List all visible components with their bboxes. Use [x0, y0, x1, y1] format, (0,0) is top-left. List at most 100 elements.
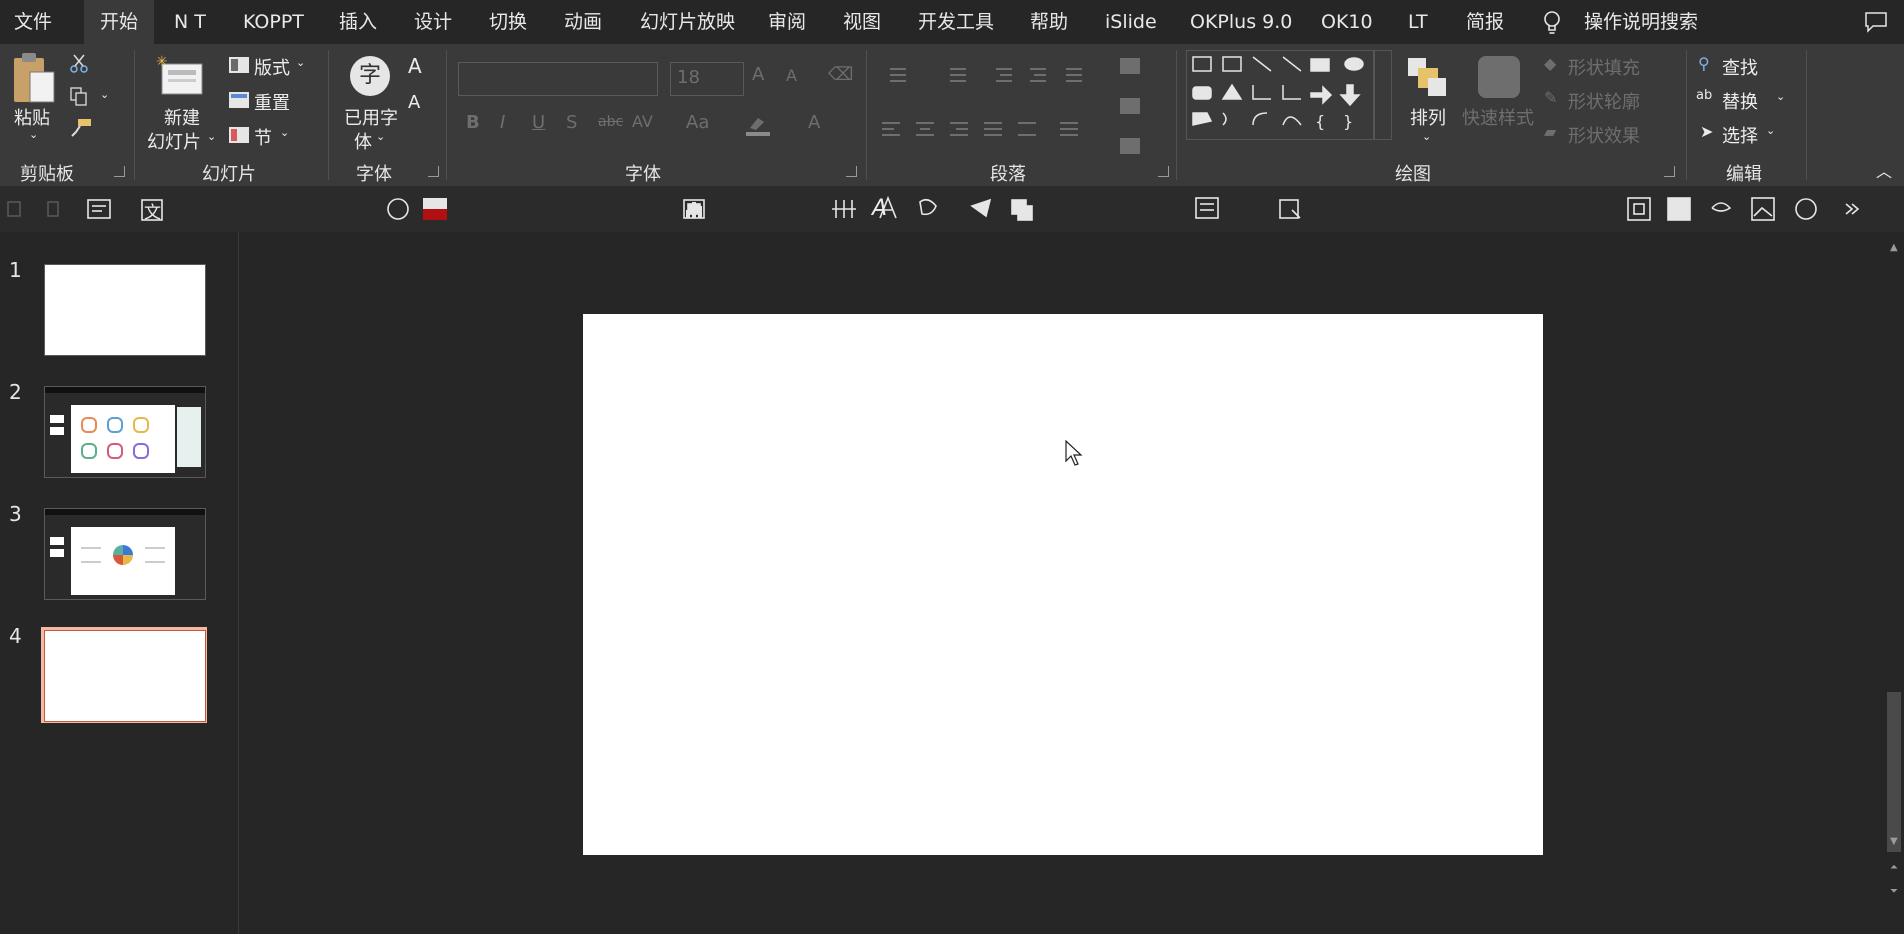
shape-effects-icon[interactable]: ▰ [1544, 122, 1556, 141]
list-controls-icon[interactable] [880, 66, 1110, 86]
tab-view[interactable]: 视图 [843, 0, 881, 44]
new-slide-label-2[interactable]: 幻灯片 [147, 128, 201, 154]
arrange-icon[interactable] [1404, 54, 1450, 100]
tab-nt[interactable]: N T [174, 0, 206, 44]
select-button[interactable]: 选择 [1722, 122, 1758, 148]
arrange-button[interactable]: 排列 [1410, 104, 1446, 130]
replace-icon[interactable]: ab [1696, 88, 1712, 103]
layout-button[interactable]: 版式 [254, 54, 290, 80]
slide-thumbnail-4[interactable] [44, 630, 206, 722]
reset-button[interactable]: 重置 [254, 89, 290, 115]
section-button[interactable]: 节 [254, 124, 272, 150]
vertical-scrollbar[interactable]: ▲ ▼ ⏶ ⏷ [1884, 232, 1904, 934]
alignment-controls-icon[interactable] [880, 120, 1110, 140]
text-effect-glyph-icon[interactable]: A [872, 196, 887, 221]
quick-styles-icon[interactable] [1478, 56, 1520, 98]
font-name-combobox[interactable] [458, 62, 658, 96]
reset-icon[interactable] [228, 91, 250, 109]
underline-icon[interactable]: U [532, 112, 545, 133]
scroll-down-icon[interactable]: ▼ [1890, 836, 1898, 847]
collapse-ribbon-icon[interactable]: ︿ [1876, 158, 1892, 182]
change-case-icon[interactable]: Aa [686, 112, 709, 133]
next-slide-icon[interactable]: ⏷ [1890, 886, 1898, 897]
tab-design[interactable]: 设计 [414, 0, 452, 44]
replace-dropdown-icon[interactable]: ⌄ [1776, 90, 1785, 103]
paste-button[interactable]: 粘贴 [14, 104, 50, 130]
slide-thumbnail-2[interactable] [44, 386, 206, 478]
bold-icon[interactable]: B [466, 112, 480, 133]
tab-islide[interactable]: iSlide [1105, 0, 1157, 44]
shape-outline-icon[interactable]: ✎ [1544, 88, 1557, 107]
drawing-launcher-icon[interactable] [1664, 166, 1675, 177]
copy-icon[interactable] [70, 87, 88, 107]
paragraph-launcher-icon[interactable] [1158, 166, 1169, 177]
paste-dropdown-icon[interactable]: ⌄ [29, 128, 38, 141]
shape-fill-button[interactable]: 形状填充 [1568, 54, 1640, 80]
tab-transitions[interactable]: 切换 [489, 0, 527, 44]
tab-review[interactable]: 审阅 [768, 0, 806, 44]
find-icon[interactable]: ⚲ [1698, 54, 1710, 73]
highlight-icon[interactable] [744, 114, 772, 138]
quick-styles-button[interactable]: 快速样式 [1462, 104, 1534, 130]
cut-icon[interactable] [70, 54, 88, 74]
shrink-font-icon[interactable]: A [786, 66, 797, 85]
increase-font-icon[interactable]: A [408, 54, 422, 78]
new-slide-label-1[interactable]: 新建 [164, 104, 200, 130]
shapes-gallery[interactable]: {} [1186, 50, 1374, 140]
comments-icon[interactable] [1864, 11, 1888, 33]
tab-animations[interactable]: 动画 [564, 0, 602, 44]
character-spacing-icon[interactable]: AV [632, 112, 653, 131]
tell-me-search[interactable]: 操作说明搜索 [1584, 0, 1698, 44]
clipboard-launcher-icon[interactable] [114, 166, 125, 177]
section-dropdown-icon[interactable]: ⌄ [280, 126, 289, 139]
new-slide-icon[interactable]: ✳ [156, 54, 204, 98]
tab-briefing[interactable]: 简报 [1466, 0, 1504, 44]
font-color-icon[interactable]: A [808, 112, 820, 133]
tab-help[interactable]: 帮助 [1030, 0, 1068, 44]
strikethrough-icon[interactable]: abc [598, 114, 623, 130]
find-button[interactable]: 查找 [1722, 54, 1758, 80]
tab-insert[interactable]: 插入 [339, 0, 377, 44]
used-fonts-label-2[interactable]: 体 [354, 128, 372, 154]
italic-icon[interactable]: I [500, 112, 505, 133]
shape-fill-icon[interactable]: ◆ [1544, 54, 1556, 73]
font-size-combobox[interactable]: 18 [670, 62, 744, 96]
tab-okplus[interactable]: OKPlus 9.0 [1190, 0, 1292, 44]
shape-effects-button[interactable]: 形状效果 [1568, 122, 1640, 148]
arrange-dropdown-icon[interactable]: ⌄ [1422, 130, 1431, 143]
tab-koppt[interactable]: KOPPT [243, 0, 304, 44]
paste-icon[interactable] [10, 50, 58, 108]
tab-lt[interactable]: LT [1408, 0, 1428, 44]
shadow-icon[interactable]: S [566, 112, 577, 133]
clear-formatting-icon[interactable]: ⌫ [828, 64, 853, 85]
layout-dropdown-icon[interactable]: ⌄ [296, 56, 305, 69]
tab-ok10[interactable]: OK10 [1321, 0, 1373, 44]
copy-dropdown-icon[interactable]: ⌄ [100, 88, 109, 101]
slide-thumbnail-1[interactable] [44, 264, 206, 356]
decrease-font-icon[interactable]: A [408, 92, 420, 113]
previous-slide-icon[interactable]: ⏶ [1890, 862, 1898, 873]
text-direction-icon[interactable] [1116, 54, 1146, 164]
qat-icons[interactable] [0, 186, 1880, 232]
shapes-gallery-scroll[interactable] [1374, 50, 1392, 140]
tab-slideshow[interactable]: 幻灯片放映 [640, 0, 735, 44]
tab-file[interactable]: 文件 [14, 0, 52, 44]
tab-developer[interactable]: 开发工具 [918, 0, 994, 44]
text-box-glyph-icon[interactable]: 文 [144, 198, 161, 223]
used-fonts-icon[interactable]: 字 [350, 56, 390, 96]
new-slide-dropdown-icon[interactable]: ⌄ [207, 130, 216, 143]
used-fonts-label-1[interactable]: 已用字 [344, 104, 398, 130]
scrollbar-thumb[interactable] [1887, 692, 1901, 852]
grow-font-icon[interactable]: A [752, 64, 764, 85]
font-launcher-icon[interactable] [846, 166, 857, 177]
slide-canvas[interactable] [583, 314, 1543, 855]
slide-thumbnail-3[interactable] [44, 508, 206, 600]
shape-outline-button[interactable]: 形状轮廓 [1568, 88, 1640, 114]
used-fonts-launcher-icon[interactable] [428, 166, 439, 177]
select-dropdown-icon[interactable]: ⌄ [1766, 124, 1775, 137]
select-icon[interactable]: ➤ [1700, 122, 1713, 141]
tab-home[interactable]: 开始 [84, 0, 155, 44]
layout-icon[interactable] [228, 56, 250, 74]
used-fonts-dropdown-icon[interactable]: ⌄ [376, 130, 385, 143]
format-painter-icon[interactable] [70, 118, 92, 138]
